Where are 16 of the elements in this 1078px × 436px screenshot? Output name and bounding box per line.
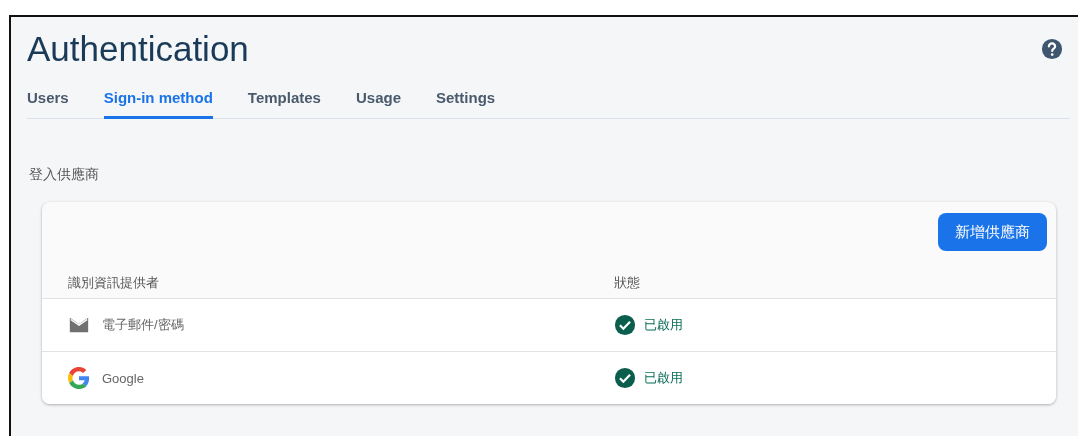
tab[interactable]: Sign-in method — [103, 89, 213, 119]
tab[interactable]: Settings — [436, 89, 496, 119]
status-text: 已啟用 — [644, 369, 683, 387]
google-icon — [68, 367, 90, 389]
column-header: 狀態 — [614, 274, 640, 292]
status-text: 已啟用 — [644, 316, 683, 334]
column-header: 識別資訊提供者 — [68, 274, 159, 292]
provider-name: 電子郵件/密碼 — [102, 316, 184, 334]
provider-name: Google — [102, 370, 144, 386]
add-provider-button[interactable]: 新增供應商 — [938, 213, 1047, 251]
tab[interactable]: Users — [27, 89, 69, 119]
tab[interactable]: Usage — [355, 89, 401, 119]
section-heading: 登入供應商 — [29, 166, 99, 184]
page-title: Authentication — [27, 29, 249, 69]
help-icon[interactable] — [1041, 38, 1063, 60]
tab[interactable]: Templates — [247, 89, 321, 119]
